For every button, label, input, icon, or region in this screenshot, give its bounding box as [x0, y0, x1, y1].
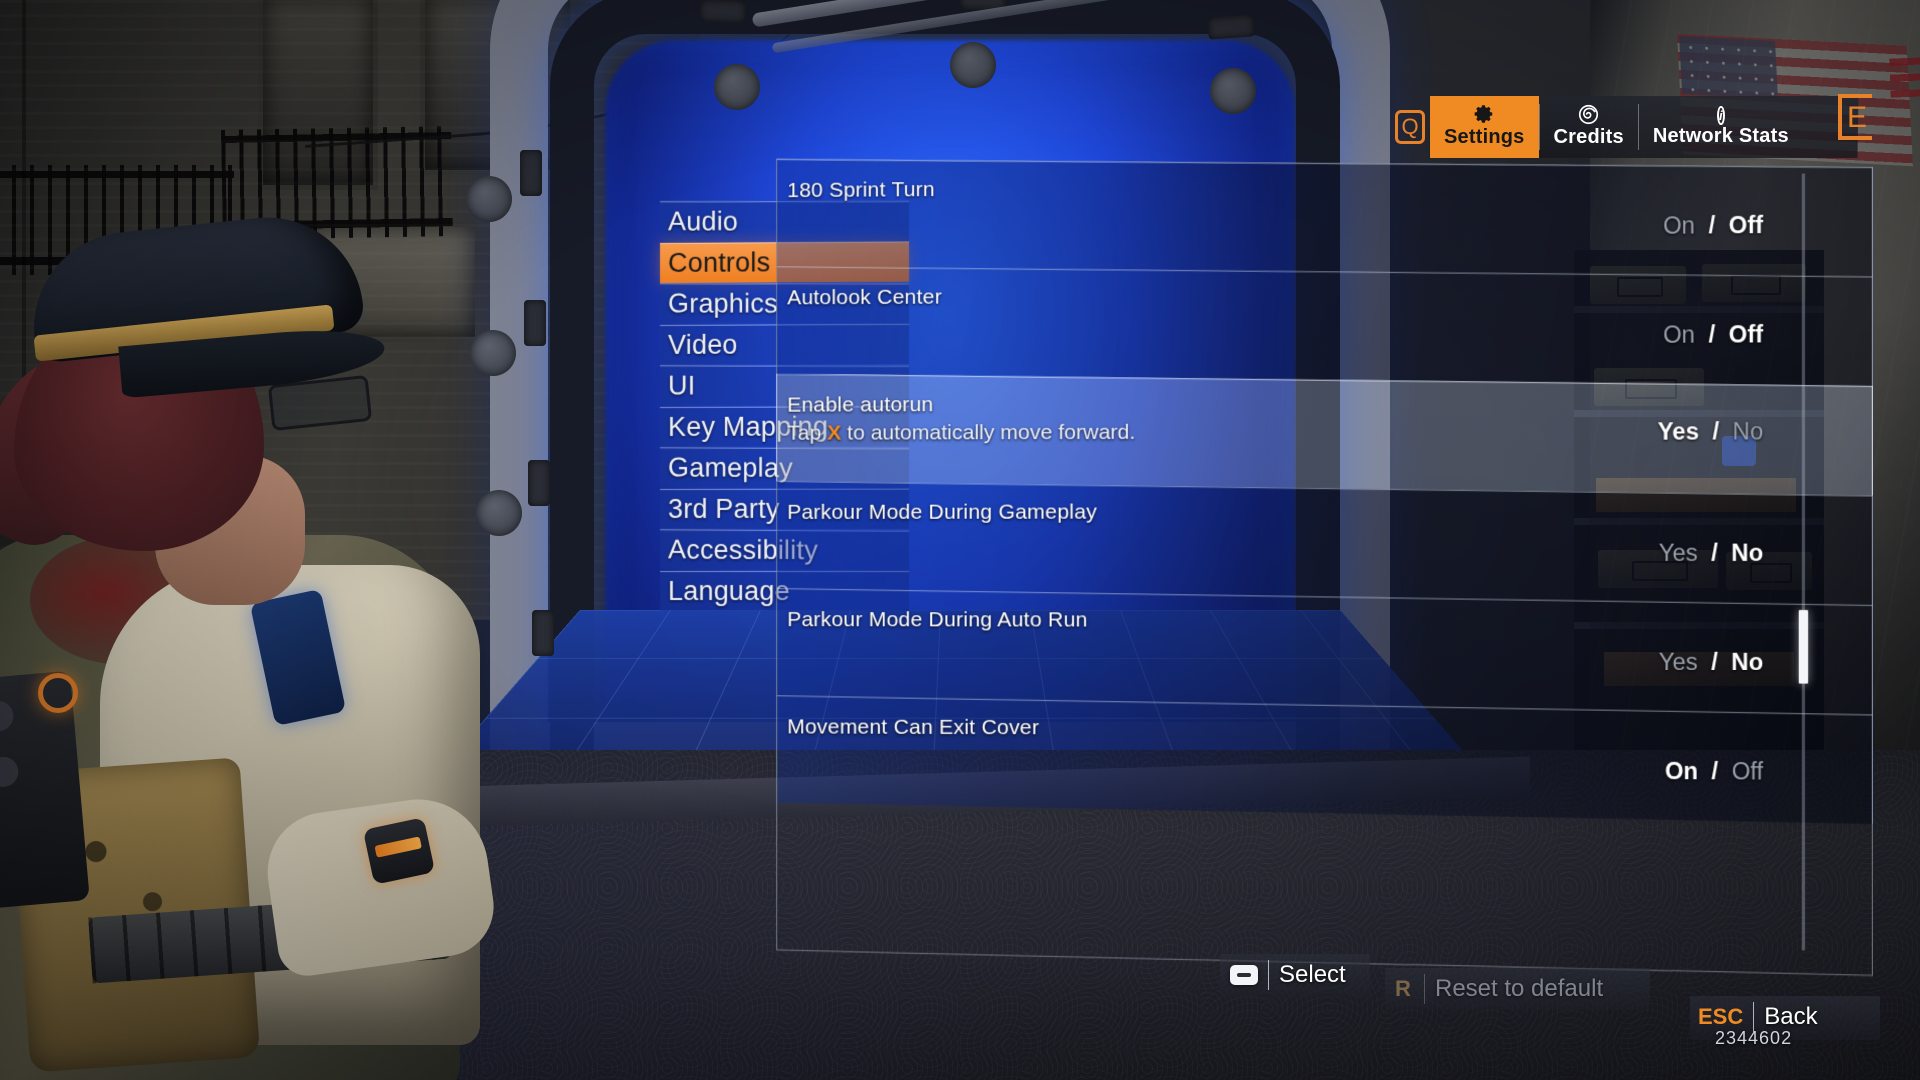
setting-row[interactable]: Enable autorun Tap X to automatically mov…: [776, 373, 1873, 496]
tab-credits-label: Credits: [1553, 125, 1624, 148]
description-suffix: to automatically move forward.: [841, 420, 1136, 445]
sidebar-item-label: UI: [667, 370, 696, 401]
setting-row[interactable]: Parkour Mode During Auto Run Yes / No: [776, 588, 1873, 715]
setting-row[interactable]: Movement Can Exit Cover On / Off: [776, 695, 1873, 824]
setting-row-options: On / Off: [1663, 321, 1763, 349]
mouse-select-icon: [1230, 965, 1258, 985]
setting-option-no[interactable]: No: [1731, 649, 1763, 677]
hint-back-label: Back: [1764, 1003, 1818, 1030]
sidebar-item-label: Gameplay: [667, 452, 793, 483]
division-badge-icon: [38, 673, 78, 713]
hint-divider: [1268, 960, 1269, 990]
settings-scrollbar-thumb[interactable]: [1798, 609, 1809, 684]
setting-row-options: Yes / No: [1659, 540, 1764, 568]
setting-row-description: Tap X to automatically move forward.: [787, 421, 1135, 446]
option-separator: /: [1711, 539, 1718, 567]
settings-rows-list: 180 Sprint Turn On / Off Autolook Center On / O…: [776, 159, 1873, 824]
option-separator: /: [1712, 418, 1720, 445]
setting-option-off[interactable]: Off: [1729, 212, 1764, 240]
tab-settings-label: Settings: [1444, 126, 1525, 148]
hint-select-label: Select: [1279, 961, 1346, 988]
settings-scrollbar-track[interactable]: [1798, 173, 1809, 951]
flag-stripe-tail: [1889, 53, 1920, 99]
option-separator: /: [1711, 648, 1718, 676]
setting-row[interactable]: Autolook Center On / Off: [776, 266, 1873, 386]
description-key-x: X: [827, 421, 842, 445]
flag-canton: [1679, 35, 1779, 100]
setting-row-title: Autolook Center: [787, 285, 942, 310]
setting-option-off[interactable]: Off: [1729, 321, 1764, 349]
top-navigation-bar: Settings Credits i Network Stats: [1380, 96, 1859, 158]
sidebar-item-label: Graphics: [667, 288, 778, 319]
setting-row-options: Yes / No: [1659, 649, 1764, 677]
build-number: 2344602: [1715, 1028, 1793, 1048]
tab-credits[interactable]: Credits: [1540, 96, 1638, 158]
sidebar-item-label: Audio: [667, 206, 739, 237]
setting-row-title: Parkour Mode During Gameplay: [787, 500, 1098, 524]
hint-reset-key: R: [1395, 976, 1411, 1001]
settings-panel: Audio Controls Graphics Video UI Key Mapping G…: [660, 158, 1873, 976]
setting-row-options: On / Off: [1663, 212, 1763, 240]
next-tab-keycap[interactable]: E: [1838, 94, 1872, 140]
setting-row-title: Parkour Mode During Auto Run: [787, 608, 1088, 632]
sidebar-item-label: 3rd Party: [667, 493, 780, 524]
ubisoft-swirl-icon: [1578, 104, 1599, 125]
setting-option-no[interactable]: No: [1731, 540, 1763, 568]
description-prefix: Tap: [787, 421, 828, 445]
setting-row-inner: Parkour Mode During Auto Run Yes / No: [777, 597, 1872, 706]
setting-row-options: On / Off: [1665, 758, 1763, 786]
hint-select[interactable]: Select: [1230, 960, 1346, 990]
hint-reset-label: Reset to default: [1435, 975, 1604, 1002]
setting-row-title: 180 Sprint Turn: [787, 177, 935, 203]
setting-option-off[interactable]: Off: [1732, 758, 1764, 786]
setting-row-inner: Autolook Center On / Off: [777, 269, 1872, 381]
setting-row-title: Movement Can Exit Cover: [787, 715, 1040, 740]
setting-row[interactable]: 180 Sprint Turn On / Off: [776, 159, 1873, 277]
setting-option-on[interactable]: On: [1663, 212, 1695, 240]
setting-option-on[interactable]: On: [1663, 321, 1695, 349]
gear-icon: [1473, 103, 1495, 125]
tab-network-stats[interactable]: i Network Stats: [1639, 96, 1803, 158]
footer-hints: Select R Reset to default ESC Back: [1220, 954, 1920, 1068]
sidebar-item-label: Video: [667, 329, 738, 360]
option-separator: /: [1708, 211, 1716, 239]
sidebar-item-label: Controls: [667, 247, 771, 278]
setting-row-inner: Parkour Mode During Gameplay Yes / No: [777, 488, 1872, 596]
sidebar-item-label: Language: [667, 576, 790, 607]
hint-divider: [1424, 974, 1425, 1004]
setting-row-inner: Enable autorun Tap X to automatically mov…: [777, 379, 1872, 489]
setting-option-yes[interactable]: Yes: [1659, 649, 1698, 677]
setting-row-options: Yes / No: [1658, 418, 1764, 446]
player-character: [0, 205, 530, 1080]
setting-row-inner: 180 Sprint Turn On / Off: [777, 160, 1872, 275]
hint-reset-to-default: R Reset to default: [1392, 974, 1603, 1004]
setting-row-inner: Movement Can Exit Cover On / Off: [777, 704, 1872, 815]
tab-settings[interactable]: Settings: [1430, 96, 1539, 158]
tab-network-stats-label: Network Stats: [1652, 124, 1789, 147]
setting-option-no[interactable]: No: [1733, 418, 1764, 446]
hint-back-key: ESC: [1698, 1004, 1744, 1029]
setting-row-title: Enable autorun: [787, 393, 934, 417]
info-circle-icon: i: [1716, 105, 1725, 125]
option-separator: /: [1711, 757, 1719, 785]
setting-option-yes[interactable]: Yes: [1659, 540, 1698, 568]
setting-row[interactable]: Parkour Mode During Gameplay Yes / No: [776, 480, 1873, 605]
setting-option-yes[interactable]: Yes: [1658, 418, 1699, 446]
setting-option-on[interactable]: On: [1665, 758, 1698, 786]
option-separator: /: [1708, 321, 1716, 348]
